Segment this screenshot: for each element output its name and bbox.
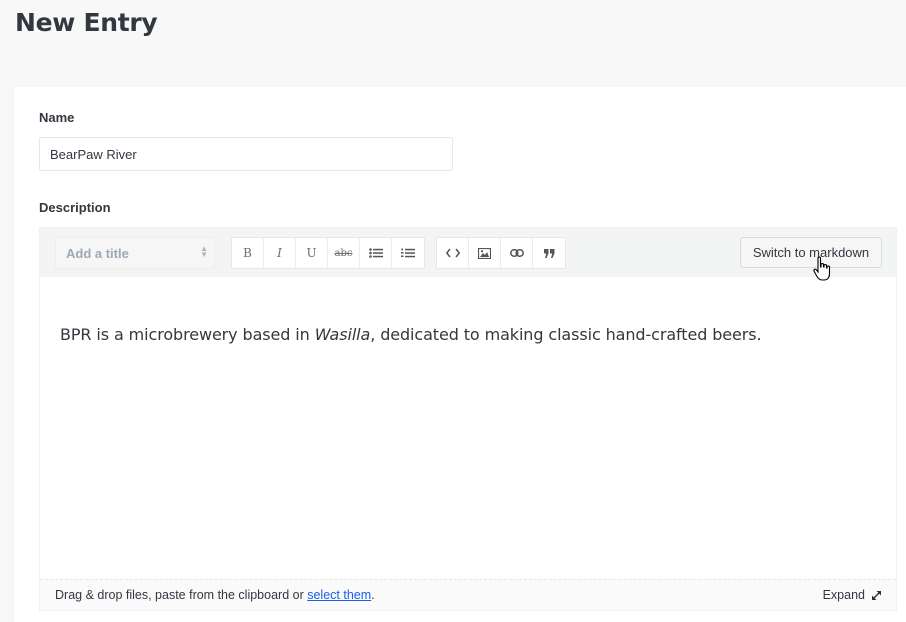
page-title: New Entry	[15, 8, 158, 37]
name-label: Name	[39, 110, 75, 125]
numbered-list-button[interactable]	[392, 238, 424, 268]
insert-button-group	[436, 237, 566, 269]
underline-icon: U	[306, 246, 317, 260]
description-editor: Add a title ▲ ▼ B I U abc Switch to mark…	[39, 227, 897, 611]
code-icon	[445, 248, 460, 258]
numbered-list-icon	[401, 248, 415, 258]
quote-button[interactable]	[533, 238, 565, 268]
expand-label: Expand	[822, 588, 865, 602]
expand-button[interactable]: Expand	[823, 588, 882, 602]
strikethrough-icon: abc	[334, 247, 353, 259]
description-label: Description	[39, 200, 111, 215]
bullet-list-button[interactable]	[360, 238, 392, 268]
dropzone-hint-suffix: .	[371, 588, 375, 602]
link-icon	[509, 249, 524, 257]
quote-icon	[543, 248, 554, 258]
bullet-list-icon	[368, 248, 383, 258]
image-button[interactable]	[469, 238, 501, 268]
select-caret-icon: ▲ ▼	[200, 244, 208, 259]
title-select-placeholder: Add a title	[66, 246, 129, 261]
italic-button[interactable]: I	[264, 238, 296, 268]
editor-footer: Drag & drop files, paste from the clipbo…	[40, 579, 896, 610]
switch-to-markdown-button[interactable]: Switch to markdown	[740, 237, 882, 268]
content-text-italic: Wasilla	[314, 325, 371, 344]
image-icon	[478, 247, 491, 259]
strikethrough-button[interactable]: abc	[328, 238, 360, 268]
title-select[interactable]: Add a title ▲ ▼	[55, 237, 215, 269]
content-text-start: BPR is a microbrewery based in	[60, 325, 315, 344]
bold-icon: B	[243, 246, 252, 260]
italic-icon: I	[277, 246, 282, 260]
dropzone-hint: Drag & drop files, paste from the clipbo…	[55, 588, 375, 602]
link-button[interactable]	[501, 238, 533, 268]
expand-icon	[872, 590, 881, 600]
code-button[interactable]	[437, 238, 469, 268]
name-input[interactable]	[39, 137, 453, 171]
content-text-end: , dedicated to making classic hand-craft…	[370, 325, 762, 344]
underline-button[interactable]: U	[296, 238, 328, 268]
entry-form-card: Name Description Add a title ▲▼ B I U ab…	[14, 87, 906, 622]
editor-toolbar: Add a title ▲ ▼ B I U abc Switch to mark…	[40, 228, 896, 277]
format-button-group: B I U abc	[231, 237, 425, 269]
select-files-link[interactable]: select them	[307, 588, 371, 602]
editor-content[interactable]: BPR is a microbrewery based in Wasilla, …	[60, 325, 762, 344]
dropzone-hint-text: Drag & drop files, paste from the clipbo…	[55, 588, 308, 602]
bold-button[interactable]: B	[232, 238, 264, 268]
